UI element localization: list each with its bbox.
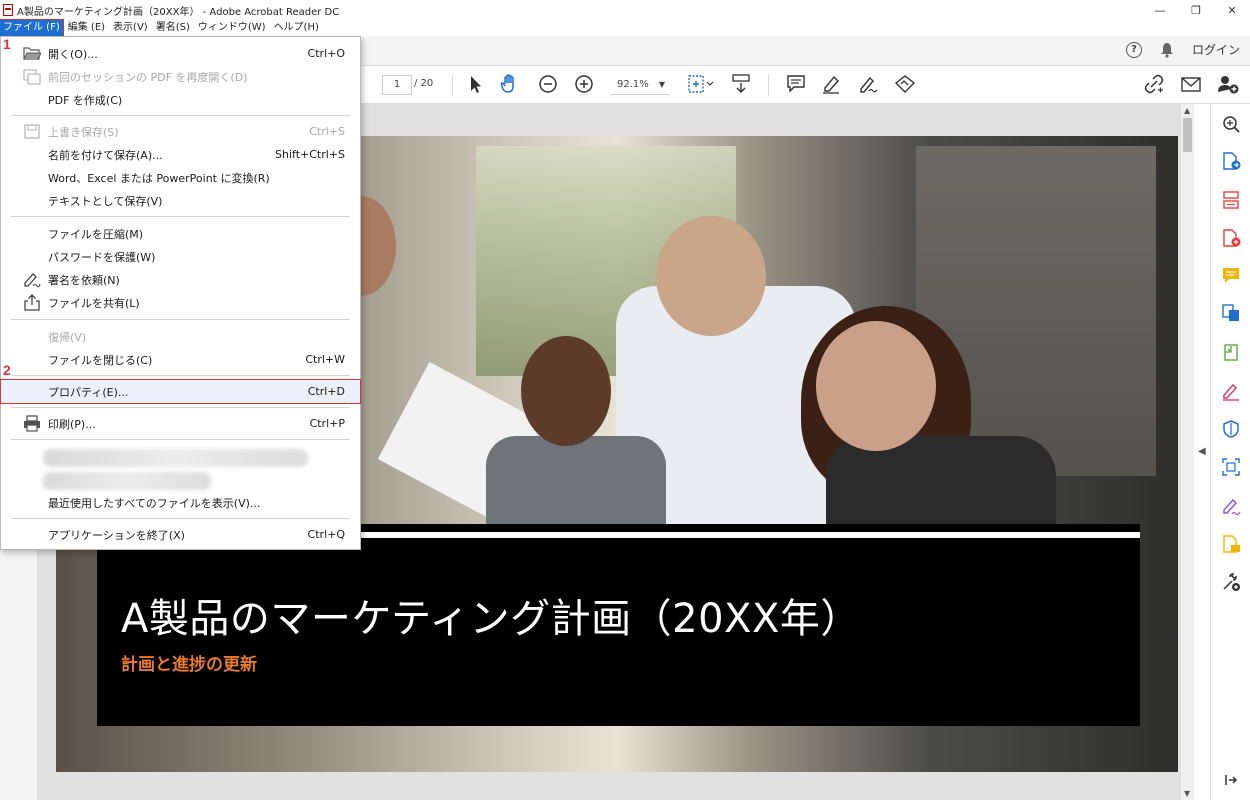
scroll-down-arrow-icon[interactable]: ▼ (1184, 789, 1190, 798)
menu-item-password-protect[interactable]: パスワードを保護(W) (1, 245, 360, 268)
organize-pages-icon[interactable] (1221, 190, 1241, 210)
request-signature-panel-icon[interactable] (1221, 496, 1241, 516)
page-total: / 20 (414, 78, 434, 89)
menu-item-compress[interactable]: ファイルを圧縮(M) (1, 222, 360, 245)
protect-shield-icon[interactable] (1221, 419, 1241, 439)
menu-item-properties[interactable]: プロパティ(E)... Ctrl+D (0, 379, 361, 404)
expand-panel-icon[interactable] (1221, 770, 1241, 790)
fill-sign-panel-icon[interactable] (1221, 381, 1241, 401)
menu-view[interactable]: 表示(V) (110, 20, 151, 36)
share-link-icon[interactable] (1143, 73, 1165, 95)
vertical-scrollbar[interactable]: ▲ ▼ (1180, 104, 1194, 800)
menu-help[interactable]: ヘルプ(H) (271, 20, 322, 36)
zoom-level-select[interactable]: 92.1% ▼ (611, 75, 669, 95)
scroll-thumb[interactable] (1183, 118, 1192, 152)
menu-item-close-file[interactable]: ファイルを閉じる(C) Ctrl+W (1, 348, 360, 371)
title-bar: A製品のマーケティング計画（20XX年） - Adobe Acrobat Rea… (0, 0, 1250, 20)
menu-item-request-signature[interactable]: 署名を依頼(N) (1, 268, 360, 291)
menu-edit[interactable]: 編集 (E) (65, 20, 108, 36)
window-title: A製品のマーケティング計画（20XX年） - Adobe Acrobat Rea… (17, 6, 340, 18)
recent-file-blurred[interactable] (43, 449, 308, 467)
window-controls: — ❐ ✕ (1142, 0, 1250, 20)
zoom-in-icon[interactable] (573, 73, 595, 95)
document-title: A製品のマーケティング計画（20XX年） (121, 596, 861, 642)
document-subtitle: 計画と進捗の更新 (121, 655, 257, 675)
compress-pdf-icon[interactable] (1221, 342, 1241, 362)
minimize-button[interactable]: — (1142, 0, 1178, 20)
hand-tool-icon[interactable] (499, 73, 521, 95)
scroll-up-arrow-icon[interactable]: ▲ (1184, 106, 1190, 115)
close-button[interactable]: ✕ (1214, 0, 1250, 20)
share-icon (24, 294, 40, 311)
acrobat-app-icon (3, 4, 13, 16)
step-marker-1: 1 (3, 36, 11, 52)
menu-item-convert-office[interactable]: Word、Excel または PowerPoint に変換(R) (1, 166, 360, 189)
menu-window[interactable]: ウィンドウ(W) (195, 20, 269, 36)
zoom-search-icon[interactable] (1221, 114, 1241, 134)
export-pdf-icon[interactable] (1221, 151, 1241, 171)
folder-open-icon (23, 47, 41, 60)
bell-icon[interactable] (1160, 42, 1174, 58)
send-for-signature-icon[interactable] (893, 73, 917, 95)
scan-ocr-icon[interactable] (1221, 457, 1241, 477)
step-marker-2: 2 (3, 362, 11, 378)
menu-item-share[interactable]: ファイルを共有(L) (1, 291, 360, 314)
menu-sign[interactable]: 署名(S) (153, 20, 193, 36)
collapse-panel-icon[interactable]: ◀ (1198, 446, 1206, 457)
menu-item-open[interactable]: 開く(O)... Ctrl+O (1, 42, 360, 65)
menu-item-save-as[interactable]: 名前を付けて保存(A)... Shift+Ctrl+S (1, 143, 360, 166)
login-button[interactable]: ログイン (1192, 41, 1240, 58)
reopen-session-icon (23, 69, 41, 85)
page-number-input[interactable]: 1 (382, 75, 412, 95)
chevron-down-icon: ▼ (658, 80, 665, 89)
zoom-out-icon[interactable] (537, 73, 559, 95)
more-tools-icon[interactable] (1221, 572, 1241, 592)
menu-item-exit[interactable]: アプリケーションを終了(X) Ctrl+Q (1, 523, 360, 546)
add-user-icon[interactable] (1216, 73, 1240, 95)
fit-page-icon[interactable] (686, 73, 714, 95)
menu-item-reopen-session[interactable]: 前回のセッションの PDF を再度開く(D) (1, 65, 360, 88)
menu-item-show-recent-files[interactable]: 最近使用したすべてのファイルを表示(V)... (1, 491, 360, 514)
file-menu-dropdown: 開く(O)... Ctrl+O 前回のセッションの PDF を再度開く(D) P… (0, 36, 361, 550)
menu-item-print[interactable]: 印刷(P)... Ctrl+P (1, 412, 360, 435)
send-comments-icon[interactable] (1221, 534, 1241, 554)
create-pdf-icon[interactable] (1221, 228, 1241, 248)
help-icon[interactable]: ? (1125, 41, 1142, 58)
printer-icon (24, 415, 40, 432)
zoom-level-value: 92.1% (617, 79, 649, 90)
save-icon (24, 124, 40, 139)
menu-item-save[interactable]: 上書き保存(S) Ctrl+S (1, 120, 360, 143)
scroll-mode-icon[interactable] (730, 73, 752, 95)
select-cursor-icon[interactable] (466, 73, 484, 95)
combine-files-icon[interactable] (1221, 303, 1241, 323)
menu-bar: ファイル (F) 編集 (E) 表示(V) 署名(S) ウィンドウ(W) ヘルプ… (0, 19, 1250, 37)
fill-sign-icon[interactable] (857, 73, 879, 95)
right-tools-pane (1210, 104, 1250, 800)
recent-file-blurred[interactable] (43, 472, 211, 490)
request-signature-icon (24, 273, 41, 288)
comment-icon[interactable] (785, 73, 807, 95)
restore-button[interactable]: ❐ (1178, 0, 1214, 20)
menu-item-create-pdf[interactable]: PDF を作成(C) (1, 88, 360, 111)
menu-file[interactable]: ファイル (F) (0, 19, 64, 37)
email-icon[interactable] (1180, 73, 1202, 95)
comment-panel-icon[interactable] (1221, 266, 1241, 286)
title-banner: A製品のマーケティング計画（20XX年） 計画と進捗の更新 (97, 538, 1140, 726)
menu-item-save-as-text[interactable]: テキストとして保存(V) (1, 189, 360, 212)
highlight-pen-icon[interactable] (820, 73, 842, 95)
menu-item-revert[interactable]: 復帰(V) (1, 325, 360, 348)
